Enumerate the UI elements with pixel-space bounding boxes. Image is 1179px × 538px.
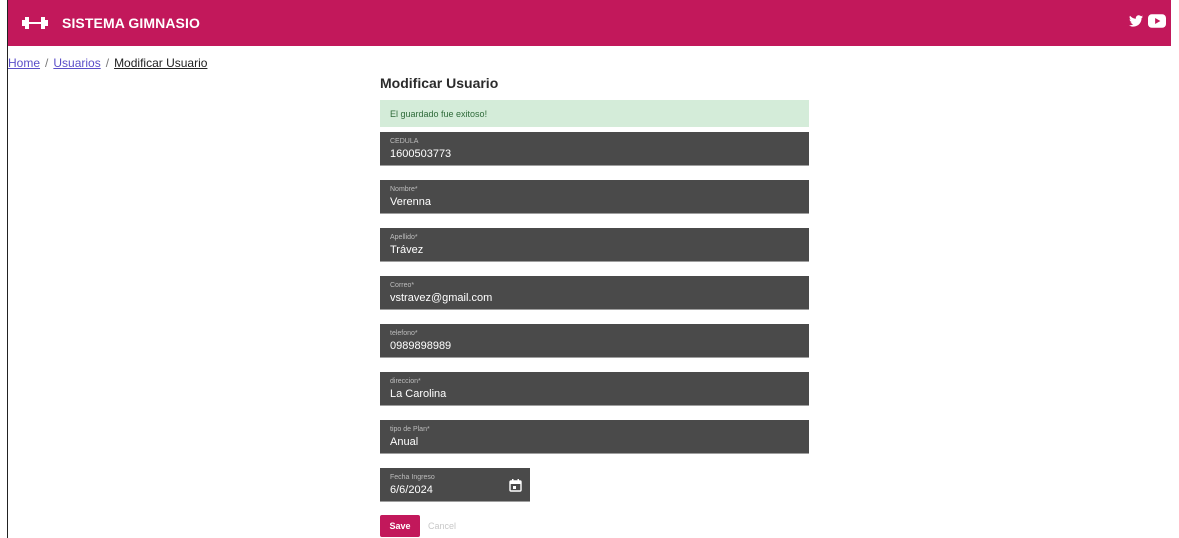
field-label: tipo de Plan* — [390, 426, 430, 433]
calendar-icon[interactable] — [509, 479, 522, 492]
field-label: telefono* — [390, 330, 418, 337]
field-label: CEDULA — [390, 138, 419, 145]
apellido-field[interactable]: Apellido* Trávez — [380, 228, 809, 262]
field-label: direccion* — [390, 378, 421, 385]
breadcrumb-home[interactable]: Home — [8, 56, 40, 70]
page-border — [7, 0, 8, 538]
breadcrumb-separator: / — [105, 56, 110, 70]
nombre-field[interactable]: Nombre* Verenna — [380, 180, 809, 214]
app-title[interactable]: SISTEMA GIMNASIO — [62, 15, 200, 31]
save-button[interactable]: Save — [380, 515, 420, 537]
breadcrumb-usuarios[interactable]: Usuarios — [53, 56, 100, 70]
dumbbell-icon — [22, 16, 48, 30]
correo-field[interactable]: Correo* vstravez@gmail.com — [380, 276, 809, 310]
field-value[interactable]: 6/6/2024 — [390, 483, 520, 498]
page-title: Modificar Usuario — [380, 75, 499, 91]
field-value[interactable]: 0989898989 — [390, 339, 799, 354]
field-value[interactable]: La Carolina — [390, 387, 799, 402]
field-value[interactable]: Anual — [390, 435, 799, 450]
breadcrumb-separator: / — [45, 56, 49, 70]
field-value[interactable]: Trávez — [390, 243, 799, 258]
field-value[interactable]: 1600503773 — [390, 147, 799, 162]
form-actions: Save Cancel — [380, 515, 460, 537]
field-label: Apellido* — [390, 234, 418, 241]
field-label: Fecha Ingreso — [390, 474, 435, 481]
field-label: Correo* — [390, 282, 415, 289]
youtube-icon[interactable] — [1148, 14, 1166, 28]
top-navbar: SISTEMA GIMNASIO — [8, 0, 1171, 46]
breadcrumb: Home / Usuarios / Modificar Usuario — [8, 56, 207, 70]
cedula-field[interactable]: CEDULA 1600503773 — [380, 132, 809, 166]
fecha-ingreso-field[interactable]: Fecha Ingreso 6/6/2024 — [380, 468, 530, 502]
twitter-icon[interactable] — [1129, 15, 1143, 27]
field-label: Nombre* — [390, 186, 418, 193]
tipo-plan-field[interactable]: tipo de Plan* Anual — [380, 420, 809, 454]
user-form: Modificar Usuario El guardado fue exitos… — [380, 70, 809, 537]
social-links — [1129, 14, 1166, 28]
breadcrumb-current[interactable]: Modificar Usuario — [114, 56, 207, 70]
direccion-field[interactable]: direccion* La Carolina — [380, 372, 809, 406]
telefono-field[interactable]: telefono* 0989898989 — [380, 324, 809, 358]
field-value[interactable]: Verenna — [390, 195, 799, 210]
success-alert: El guardado fue exitoso! — [380, 100, 809, 127]
field-value[interactable]: vstravez@gmail.com — [390, 291, 799, 306]
cancel-button[interactable]: Cancel — [424, 521, 460, 531]
